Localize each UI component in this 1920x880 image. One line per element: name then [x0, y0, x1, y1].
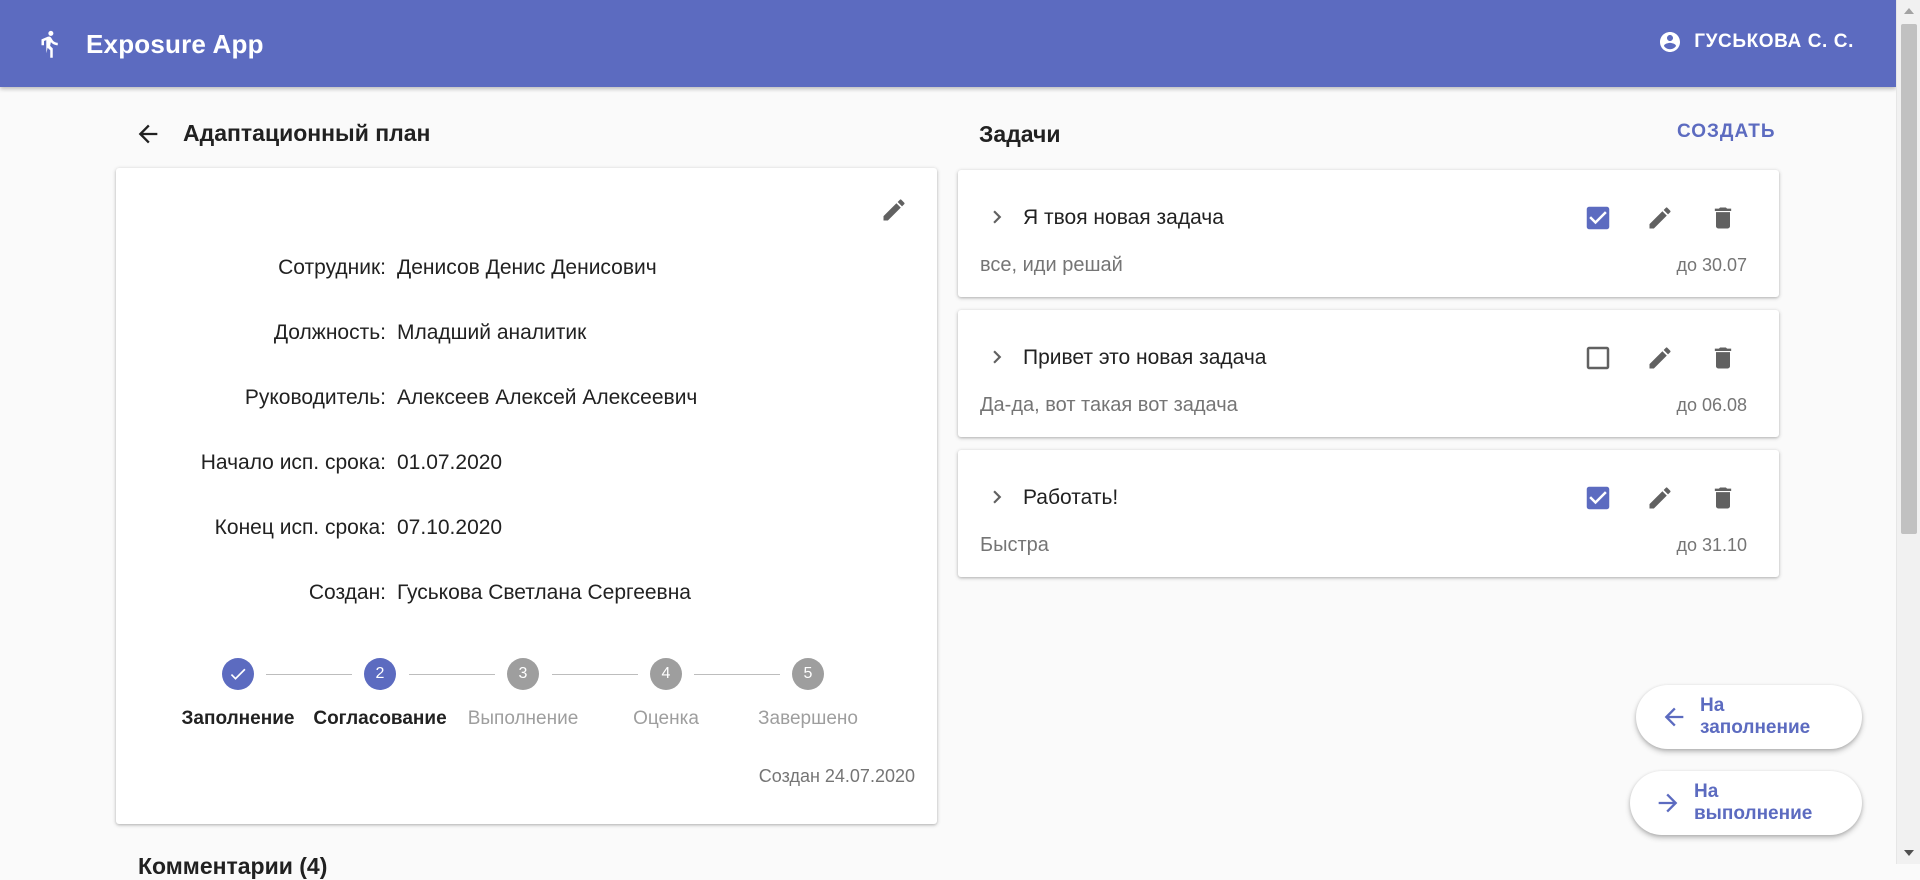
- task-card: Я твоя новая задача все, иди решай до 30…: [958, 170, 1779, 297]
- task-title: Привет это новая задача: [1023, 346, 1267, 369]
- move-to-filling-button[interactable]: На заполнение: [1636, 685, 1862, 749]
- comments-title: Комментарии (4): [138, 853, 328, 879]
- page-scrollbar[interactable]: [1896, 0, 1920, 864]
- step-approval: 2 Согласование: [310, 658, 450, 730]
- task-title: Я твоя новая задача: [1023, 206, 1224, 229]
- field-label: Начало исп. срока:: [200, 451, 386, 474]
- step-number: 5: [792, 658, 824, 690]
- checkbox-checked-icon: [1583, 203, 1613, 233]
- field-value: Алексеев Алексей Алексеевич: [397, 386, 698, 409]
- expand-task-button[interactable]: [982, 482, 1012, 512]
- field-value: 07.10.2020: [397, 516, 503, 539]
- chevron-right-icon: [984, 204, 1010, 230]
- person-walking-icon: [34, 29, 64, 59]
- field-probation-start: Начало исп. срока: 01.07.2020: [116, 451, 937, 481]
- checkbox-checked-icon: [1583, 483, 1613, 513]
- user-name: ГУСЬКОВА С. С.: [1694, 31, 1854, 52]
- chevron-right-icon: [984, 344, 1010, 370]
- task-description: все, иди решай: [980, 254, 1123, 276]
- step-filling: Заполнение: [168, 658, 308, 730]
- field-value: Младший аналитик: [397, 321, 587, 344]
- arrow-forward-icon: [1654, 789, 1682, 817]
- move-to-filling-label: На заполнение: [1700, 695, 1811, 738]
- move-to-execution-label: На выполнение: [1694, 781, 1813, 824]
- task-due-date: до 30.07: [1676, 255, 1747, 275]
- task-done-checkbox[interactable]: [1578, 478, 1618, 518]
- expand-task-button[interactable]: [982, 342, 1012, 372]
- tasks-title: Задачи: [979, 121, 1061, 147]
- field-position: Должность: Младший аналитик: [116, 321, 937, 351]
- delete-task-button[interactable]: [1703, 338, 1743, 378]
- field-label: Должность:: [273, 321, 386, 344]
- field-employee: Сотрудник: Денисов Денис Денисович: [116, 256, 937, 286]
- move-to-execution-button[interactable]: На выполнение: [1630, 771, 1862, 835]
- edit-task-button[interactable]: [1640, 478, 1680, 518]
- task-title: Работать!: [1023, 486, 1119, 509]
- arrow-back-icon: [134, 120, 162, 148]
- chevron-right-icon: [984, 484, 1010, 510]
- step-label: Выполнение: [467, 708, 579, 729]
- step-evaluation: 4 Оценка: [596, 658, 736, 730]
- pencil-icon: [1646, 344, 1674, 372]
- task-due-date: до 31.10: [1676, 535, 1747, 555]
- task-card: Привет это новая задача Да-да, вот такая…: [958, 310, 1779, 437]
- field-label: Создан:: [308, 581, 386, 604]
- field-value: 01.07.2020: [397, 451, 503, 474]
- user-menu[interactable]: ГУСЬКОВА С. С.: [1658, 30, 1854, 54]
- scrollbar-thumb[interactable]: [1901, 24, 1917, 534]
- step-label: Завершено: [758, 708, 858, 729]
- trash-icon: [1709, 204, 1737, 232]
- field-created-by: Создан: Гуськова Светлана Сергеевна: [116, 581, 937, 611]
- app-bar: Exposure App ГУСЬКОВА С. С.: [0, 0, 1896, 87]
- plan-title: Адаптационный план: [183, 120, 431, 146]
- field-manager: Руководитель: Алексеев Алексей Алексееви…: [116, 386, 937, 416]
- app-title: Exposure App: [86, 29, 264, 59]
- delete-task-button[interactable]: [1703, 198, 1743, 238]
- field-label: Руководитель:: [244, 386, 386, 409]
- check-icon: [222, 658, 254, 690]
- field-value: Гуськова Светлана Сергеевна: [397, 581, 691, 604]
- field-probation-end: Конец исп. срока: 07.10.2020: [116, 516, 937, 546]
- step-number: 4: [650, 658, 682, 690]
- step-label: Оценка: [633, 708, 699, 729]
- task-done-checkbox[interactable]: [1578, 338, 1618, 378]
- edit-task-button[interactable]: [1640, 198, 1680, 238]
- scroll-down-icon[interactable]: [1904, 850, 1914, 856]
- back-button[interactable]: [128, 116, 168, 152]
- field-label: Конец исп. срока:: [214, 516, 386, 539]
- pencil-icon: [880, 196, 908, 224]
- edit-task-button[interactable]: [1640, 338, 1680, 378]
- scroll-up-icon[interactable]: [1904, 8, 1914, 14]
- step-label: Заполнение: [181, 708, 295, 729]
- task-done-checkbox[interactable]: [1578, 198, 1618, 238]
- arrow-back-icon: [1660, 703, 1688, 731]
- step-number: 3: [507, 658, 539, 690]
- task-description: Быстра: [980, 534, 1049, 556]
- trash-icon: [1709, 484, 1737, 512]
- task-due-date: до 06.08: [1676, 395, 1747, 415]
- field-label: Сотрудник:: [278, 256, 386, 279]
- checkbox-unchecked-icon: [1583, 343, 1613, 373]
- delete-task-button[interactable]: [1703, 478, 1743, 518]
- plan-card: Сотрудник: Денисов Денис Денисович Должн…: [116, 168, 937, 824]
- field-value: Денисов Денис Денисович: [397, 256, 657, 279]
- status-stepper: Заполнение 2 Согласование 3 Выполнение 4…: [116, 644, 937, 729]
- pencil-icon: [1646, 204, 1674, 232]
- task-description: Да-да, вот такая вот задача: [980, 394, 1238, 416]
- step-number: 2: [364, 658, 396, 690]
- account-circle-icon: [1658, 30, 1682, 54]
- task-card: Работать! Быстра до 31.10: [958, 450, 1779, 577]
- created-date: Создан 24.07.2020: [758, 766, 915, 786]
- edit-plan-button[interactable]: [876, 192, 912, 228]
- pencil-icon: [1646, 484, 1674, 512]
- step-execution: 3 Выполнение: [453, 658, 593, 730]
- step-label: Согласование: [313, 708, 447, 729]
- trash-icon: [1709, 344, 1737, 372]
- step-completed: 5 Завершено: [738, 658, 878, 730]
- create-task-button[interactable]: СОЗДАТЬ: [1677, 121, 1776, 143]
- expand-task-button[interactable]: [982, 202, 1012, 232]
